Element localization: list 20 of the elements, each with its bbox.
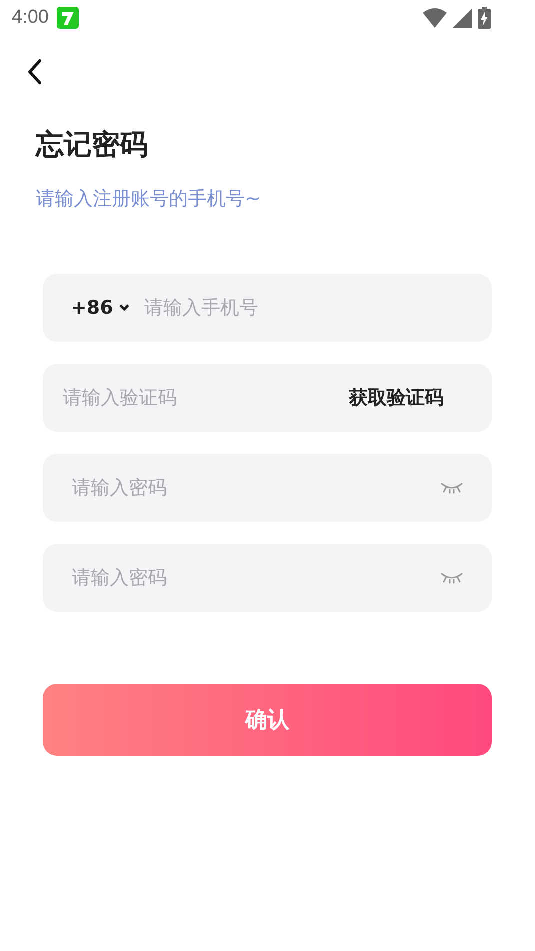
get-code-button[interactable]: 获取验证码	[349, 385, 444, 411]
verification-code-field[interactable]: 请输入验证码 获取验证码	[43, 364, 492, 432]
chevron-down-icon	[119, 304, 130, 312]
toggle-visibility-button[interactable]	[440, 482, 464, 494]
closed-eye-icon	[440, 572, 464, 584]
status-time: 4:00	[12, 7, 49, 29]
wifi-icon	[423, 8, 447, 28]
closed-eye-icon	[440, 482, 464, 494]
password-input[interactable]: 请输入密码	[72, 477, 440, 499]
toggle-visibility-button[interactable]	[440, 572, 464, 584]
page-title: 忘记密码	[36, 127, 149, 163]
password-field[interactable]: 请输入密码	[43, 454, 492, 522]
subtitle: 请输入注册账号的手机号~	[36, 187, 262, 212]
phone-field[interactable]: +86 请输入手机号	[43, 274, 492, 342]
country-code-dropdown[interactable]: +86	[71, 297, 130, 319]
password-field[interactable]: 请输入密码	[43, 544, 492, 612]
app-notification-icon	[56, 7, 79, 29]
password-input[interactable]: 请输入密码	[72, 567, 440, 589]
signal-icon	[453, 8, 472, 28]
battery-charging-icon	[478, 7, 491, 29]
